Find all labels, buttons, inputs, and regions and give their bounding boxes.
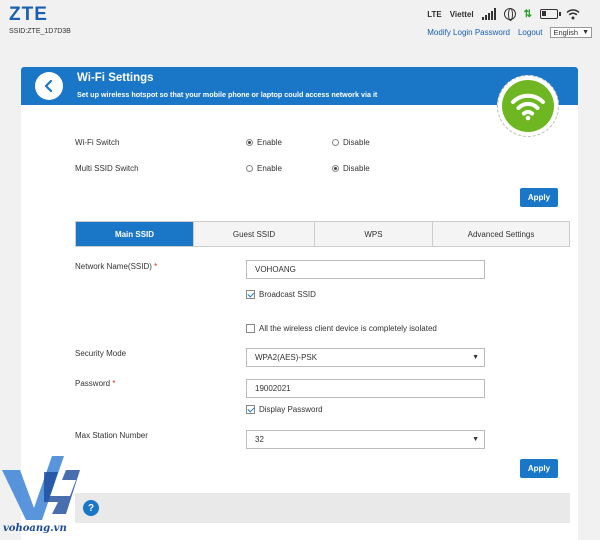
page-title: Wi-Fi Settings xyxy=(77,72,154,84)
isolate-clients-checkbox[interactable]: All the wireless client device is comple… xyxy=(246,324,437,333)
logout-link[interactable]: Logout xyxy=(518,28,542,37)
security-mode-value: WPA2(AES)-PSK xyxy=(255,353,318,362)
checkbox-icon xyxy=(246,405,255,414)
battery-icon xyxy=(540,9,561,19)
language-value: English xyxy=(553,28,579,37)
wifi-switch-label: Wi-Fi Switch xyxy=(75,138,120,147)
tab-wps[interactable]: WPS xyxy=(315,222,433,246)
apply-switch-button[interactable]: Apply xyxy=(520,188,558,207)
help-bar: ? xyxy=(75,493,570,523)
broadcast-ssid-label: Broadcast SSID xyxy=(259,290,316,299)
back-button[interactable] xyxy=(35,72,63,100)
checkbox-icon xyxy=(246,324,255,333)
carrier-name: Viettel xyxy=(449,9,474,19)
signal-bars-icon xyxy=(481,8,496,20)
modify-login-password-link[interactable]: Modify Login Password xyxy=(427,28,510,37)
wifi-switch-disable-radio[interactable]: Disable xyxy=(332,138,370,147)
multi-ssid-enable-label: Enable xyxy=(257,164,282,173)
network-name-input[interactable]: VOHOANG xyxy=(246,260,485,279)
network-name-label-text: Network Name(SSID) xyxy=(75,262,152,271)
ssid-label: SSID:ZTE_1D7D3B xyxy=(9,28,71,35)
globe-icon xyxy=(503,8,516,21)
wifi-icon xyxy=(502,80,554,132)
security-mode-label: Security Mode xyxy=(75,349,127,358)
ssid-tabs: Main SSID Guest SSID WPS Advanced Settin… xyxy=(75,221,570,247)
tab-guest-ssid[interactable]: Guest SSID xyxy=(194,222,315,246)
wifi-badge xyxy=(497,75,559,137)
required-mark: * xyxy=(112,379,116,388)
multi-ssid-switch-label: Multi SSID Switch xyxy=(75,164,139,173)
language-select[interactable]: English ▼ xyxy=(550,27,592,38)
required-mark: * xyxy=(154,262,158,271)
radio-icon xyxy=(332,165,339,172)
header-links: Modify Login Password Logout English ▼ xyxy=(427,27,592,38)
display-password-label: Display Password xyxy=(259,405,323,414)
broadcast-ssid-checkbox[interactable]: Broadcast SSID xyxy=(246,290,316,299)
multi-ssid-disable-radio[interactable]: Disable xyxy=(332,164,370,173)
password-input[interactable]: 19002021 xyxy=(246,379,485,398)
wifi-settings-panel: Wi-Fi Settings Set up wireless hotspot s… xyxy=(21,67,578,540)
max-station-label: Max Station Number xyxy=(75,431,148,440)
tab-advanced-settings[interactable]: Advanced Settings xyxy=(433,222,569,246)
security-mode-select[interactable]: WPA2(AES)-PSK ▼ xyxy=(246,348,485,367)
max-station-value: 32 xyxy=(255,435,264,444)
network-name-label: Network Name(SSID) * xyxy=(75,262,157,271)
isolate-clients-label: All the wireless client device is comple… xyxy=(259,324,437,333)
chevron-down-icon: ▼ xyxy=(472,436,479,443)
wifi-icon xyxy=(566,8,580,20)
password-label: Password * xyxy=(75,379,115,388)
multi-ssid-disable-label: Disable xyxy=(343,164,370,173)
network-type: LTE xyxy=(427,9,442,19)
top-header: ZTE SSID:ZTE_1D7D3B LTE Viettel ⇅ Modify… xyxy=(0,0,600,44)
chevron-down-icon: ▼ xyxy=(472,354,479,361)
tab-main-ssid[interactable]: Main SSID xyxy=(76,222,194,246)
panel-header: Wi-Fi Settings Set up wireless hotspot s… xyxy=(21,67,578,105)
chevron-down-icon: ▼ xyxy=(582,29,589,36)
status-bar: LTE Viettel ⇅ xyxy=(427,8,580,21)
data-arrows-icon: ⇅ xyxy=(523,8,532,20)
wifi-switch-disable-label: Disable xyxy=(343,138,370,147)
radio-icon xyxy=(246,165,253,172)
wifi-switch-enable-radio[interactable]: Enable xyxy=(246,138,282,147)
radio-icon xyxy=(246,139,253,146)
checkbox-icon xyxy=(246,290,255,299)
watermark-text: vohoang.vn xyxy=(3,523,67,534)
max-station-select[interactable]: 32 ▼ xyxy=(246,430,485,449)
password-value: 19002021 xyxy=(255,384,291,393)
help-icon[interactable]: ? xyxy=(83,500,99,516)
wifi-switch-enable-label: Enable xyxy=(257,138,282,147)
radio-icon xyxy=(332,139,339,146)
multi-ssid-enable-radio[interactable]: Enable xyxy=(246,164,282,173)
page-subtitle: Set up wireless hotspot so that your mob… xyxy=(77,90,378,99)
brand-logo: ZTE xyxy=(9,4,48,25)
network-name-value: VOHOANG xyxy=(255,265,296,274)
display-password-checkbox[interactable]: Display Password xyxy=(246,405,323,414)
apply-settings-button[interactable]: Apply xyxy=(520,459,558,478)
password-label-text: Password xyxy=(75,379,111,388)
chevron-left-icon xyxy=(44,80,53,92)
